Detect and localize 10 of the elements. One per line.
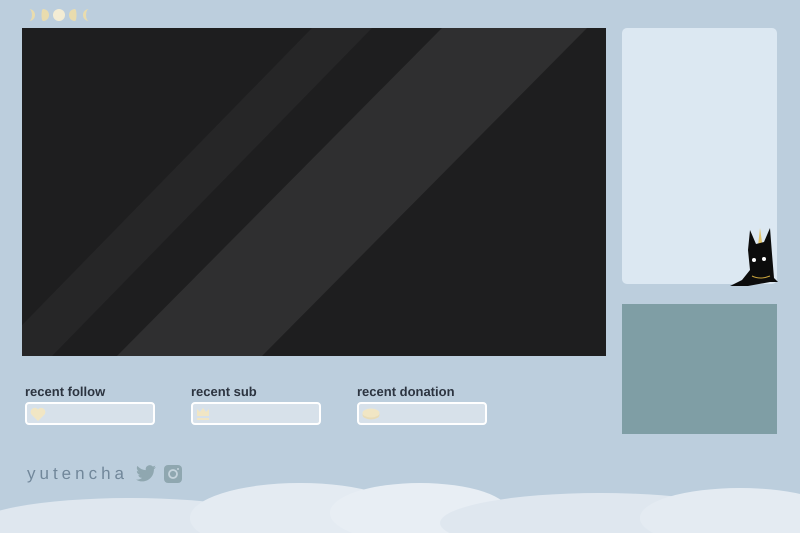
widget-label: recent donation bbox=[357, 384, 456, 400]
brand-name: yutencha bbox=[27, 463, 128, 485]
bird-icon bbox=[136, 465, 156, 482]
crown-icon bbox=[196, 406, 210, 420]
heart-icon bbox=[30, 406, 46, 420]
coin-icon bbox=[362, 408, 380, 420]
camera-icon bbox=[164, 464, 182, 483]
widget-label: recent sub bbox=[191, 384, 258, 400]
cat-icon bbox=[730, 226, 778, 288]
widget-label: recent follow bbox=[25, 384, 106, 400]
